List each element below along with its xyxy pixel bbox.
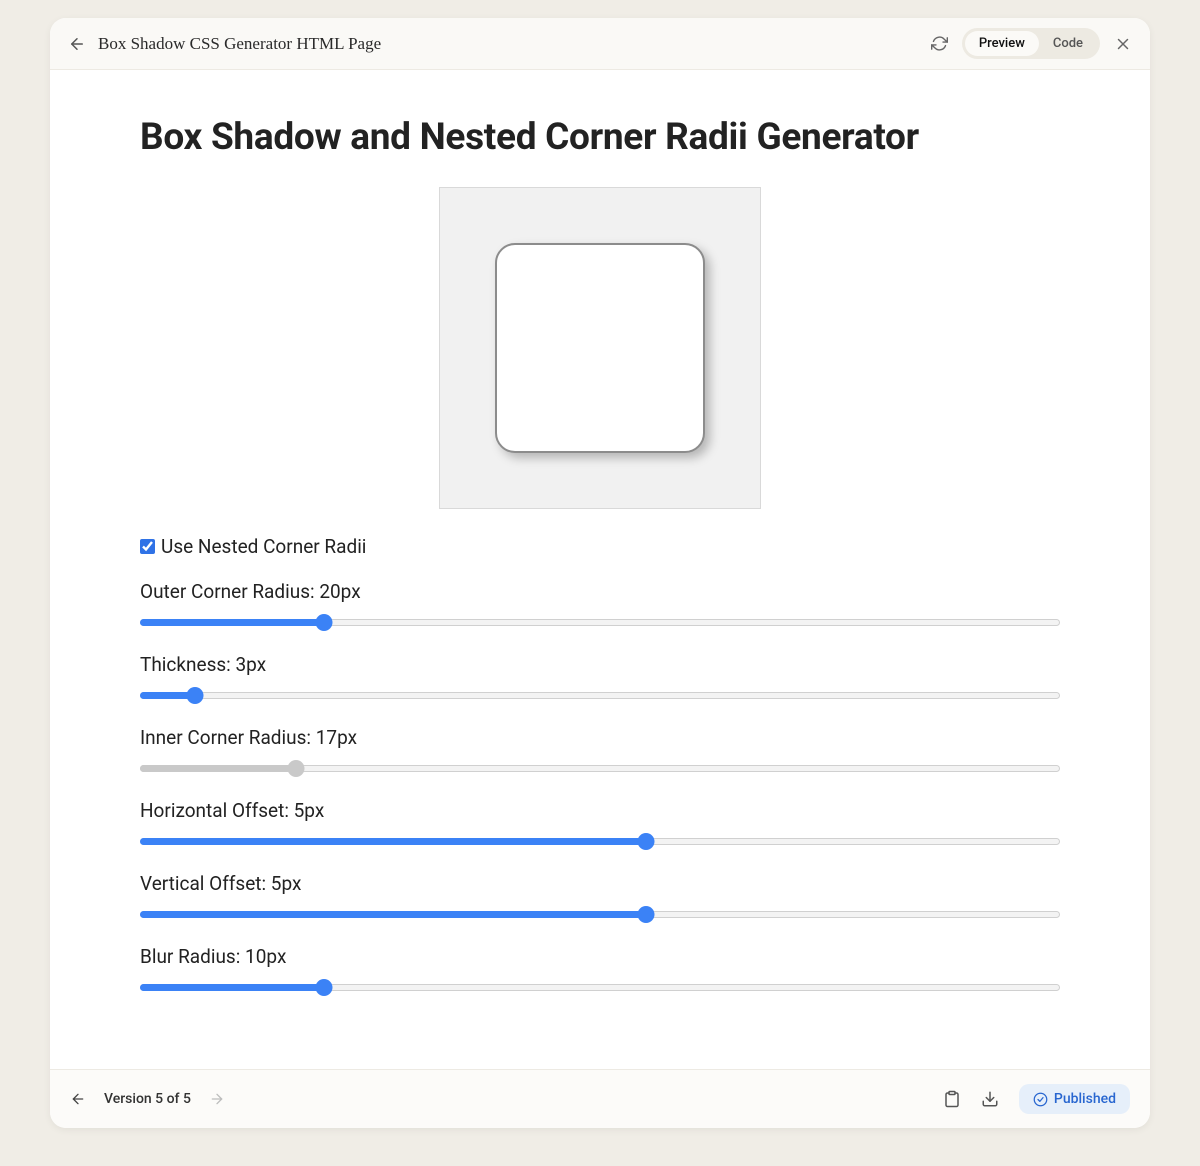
tab-preview[interactable]: Preview (965, 31, 1039, 56)
slider-h_offset[interactable] (140, 832, 1060, 850)
slider-v_offset[interactable] (140, 905, 1060, 923)
control-label-blur: Blur Radius: 10px (140, 945, 1060, 968)
preview-outer-box (439, 187, 761, 509)
slider-thumb[interactable] (316, 614, 333, 631)
control-label-thickness: Thickness: 3px (140, 653, 1060, 676)
control-v_offset: Vertical Offset: 5px (140, 872, 1060, 923)
titlebar: Box Shadow CSS Generator HTML Page Previ… (50, 18, 1150, 70)
close-icon[interactable] (1114, 35, 1132, 53)
page-title: Box Shadow and Nested Corner Radii Gener… (140, 116, 1060, 159)
slider-thumb[interactable] (638, 906, 655, 923)
nested-radii-checkbox-row[interactable]: Use Nested Corner Radii (140, 535, 1060, 558)
slider-thumb (288, 760, 305, 777)
control-label-v_offset: Vertical Offset: 5px (140, 872, 1060, 895)
refresh-icon[interactable] (931, 35, 948, 52)
prev-version-icon[interactable] (70, 1091, 86, 1107)
window-title: Box Shadow CSS Generator HTML Page (98, 34, 919, 54)
slider-outer_radius[interactable] (140, 613, 1060, 631)
check-circle-icon (1033, 1092, 1048, 1107)
slider-fill (140, 619, 324, 626)
slider-inner_radius (140, 759, 1060, 777)
titlebar-actions: Preview Code (931, 28, 1132, 59)
slider-fill (140, 911, 646, 918)
published-label: Published (1054, 1091, 1116, 1107)
tab-code[interactable]: Code (1039, 31, 1097, 56)
clipboard-icon[interactable] (943, 1090, 961, 1108)
slider-track (140, 692, 1060, 699)
back-arrow-icon[interactable] (68, 35, 86, 53)
slider-thumb[interactable] (638, 833, 655, 850)
control-label-outer_radius: Outer Corner Radius: 20px (140, 580, 1060, 603)
version-label: Version 5 of 5 (104, 1091, 191, 1107)
control-label-h_offset: Horizontal Offset: 5px (140, 799, 1060, 822)
version-nav: Version 5 of 5 (70, 1091, 225, 1107)
controls-list: Outer Corner Radius: 20px Thickness: 3px I… (140, 580, 1060, 996)
control-thickness: Thickness: 3px (140, 653, 1060, 704)
app-window: Box Shadow CSS Generator HTML Page Previ… (50, 18, 1150, 1128)
published-badge[interactable]: Published (1019, 1084, 1130, 1114)
control-inner_radius: Inner Corner Radius: 17px (140, 726, 1060, 777)
slider-blur[interactable] (140, 978, 1060, 996)
next-version-icon[interactable] (209, 1091, 225, 1107)
control-outer_radius: Outer Corner Radius: 20px (140, 580, 1060, 631)
control-label-inner_radius: Inner Corner Radius: 17px (140, 726, 1060, 749)
nested-radii-label: Use Nested Corner Radii (161, 535, 366, 558)
control-blur: Blur Radius: 10px (140, 945, 1060, 996)
slider-thumb[interactable] (187, 687, 204, 704)
slider-fill (140, 838, 646, 845)
slider-fill (140, 765, 296, 772)
slider-thickness[interactable] (140, 686, 1060, 704)
footer: Version 5 of 5 Published (50, 1069, 1150, 1128)
preview-container (140, 187, 1060, 509)
view-toggle: Preview Code (962, 28, 1100, 59)
content-area: Box Shadow and Nested Corner Radii Gener… (50, 70, 1150, 1069)
slider-thumb[interactable] (316, 979, 333, 996)
download-icon[interactable] (981, 1090, 999, 1108)
nested-radii-checkbox[interactable] (140, 539, 155, 554)
control-h_offset: Horizontal Offset: 5px (140, 799, 1060, 850)
slider-fill (140, 984, 324, 991)
preview-inner-box (495, 243, 705, 453)
